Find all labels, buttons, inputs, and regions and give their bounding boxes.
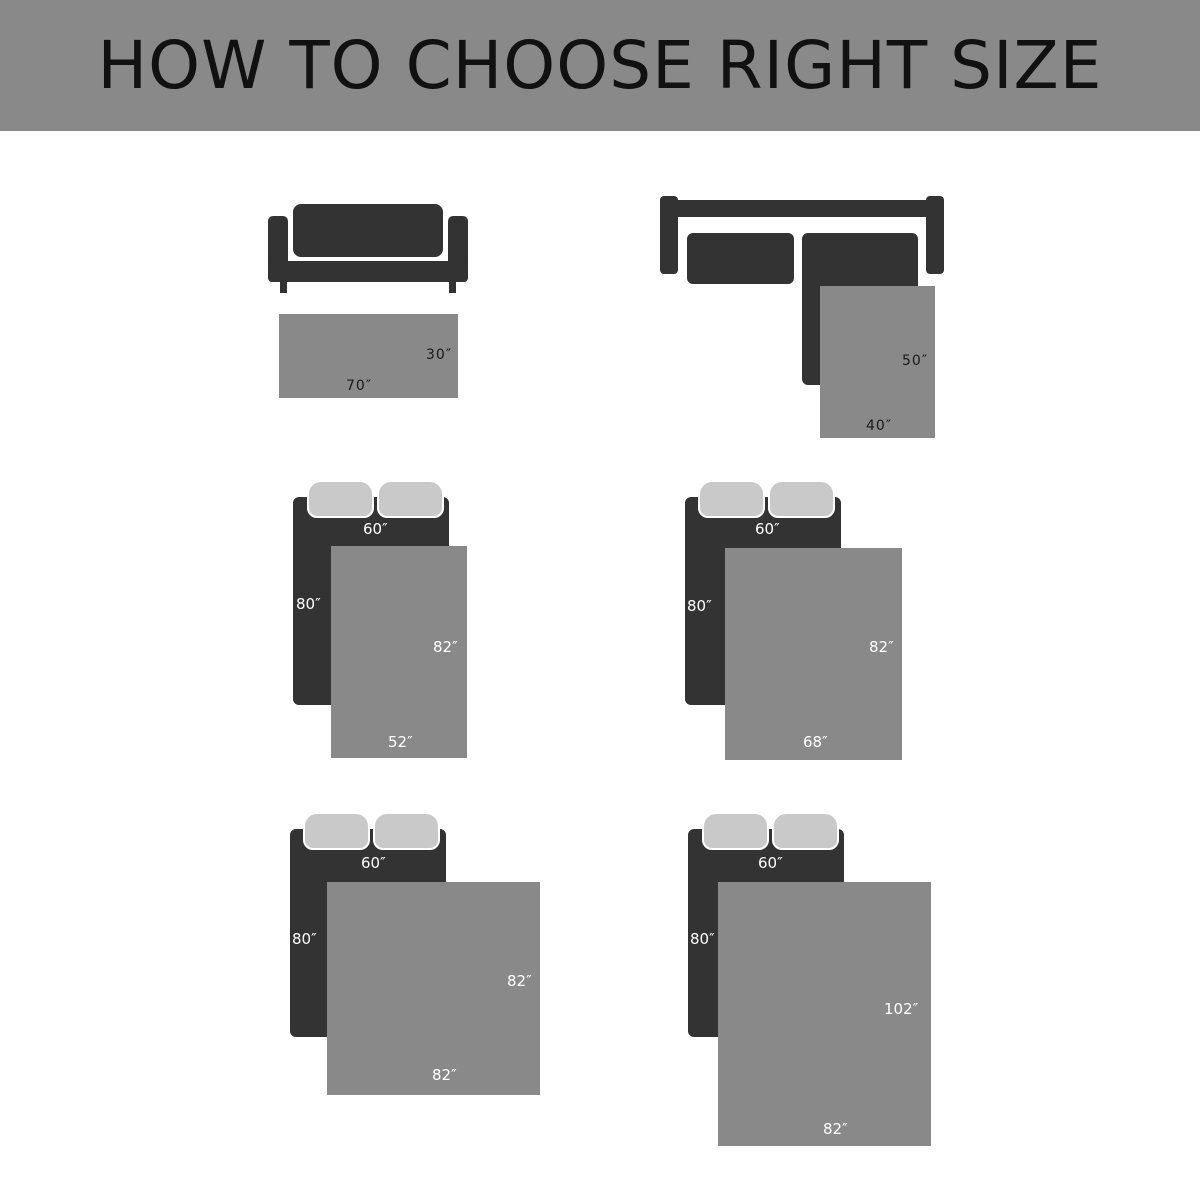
sectional-left-cushion bbox=[687, 233, 794, 284]
rug-height-label: 30″ bbox=[426, 347, 453, 363]
sectional-right-arm bbox=[926, 196, 944, 274]
sofa-seat-base bbox=[268, 261, 468, 282]
pillow bbox=[307, 480, 374, 518]
sofa-left-leg bbox=[280, 280, 287, 293]
pillow bbox=[303, 812, 370, 850]
rug-height-label: 82″ bbox=[869, 638, 894, 656]
pillow bbox=[772, 812, 839, 850]
sectional-left-arm bbox=[660, 196, 678, 274]
sofa-right-leg bbox=[449, 280, 456, 293]
header-banner: HOW TO CHOOSE RIGHT SIZE bbox=[0, 0, 1200, 131]
rug-width-label: 70″ bbox=[346, 378, 373, 394]
rug-height-label: 102″ bbox=[884, 1000, 919, 1018]
bed-width-label: 60″ bbox=[361, 854, 386, 872]
pillow bbox=[377, 480, 444, 518]
pillow bbox=[768, 480, 835, 518]
sofa-back-cushion bbox=[293, 204, 443, 257]
pillow bbox=[698, 480, 765, 518]
rug-width-label: 68″ bbox=[803, 733, 828, 751]
rug-width-label: 82″ bbox=[823, 1120, 848, 1138]
rug-width-label: 52″ bbox=[388, 733, 413, 751]
bed-length-label: 80″ bbox=[296, 595, 321, 613]
sectional-back bbox=[660, 200, 944, 217]
bed-length-label: 80″ bbox=[690, 930, 715, 948]
pillow bbox=[702, 812, 769, 850]
bed-length-label: 80″ bbox=[292, 930, 317, 948]
rug-height-label: 82″ bbox=[507, 972, 532, 990]
bed-length-label: 80″ bbox=[687, 597, 712, 615]
bed-width-label: 60″ bbox=[755, 520, 780, 538]
rug-height-label: 50″ bbox=[902, 353, 929, 369]
pillow bbox=[373, 812, 440, 850]
rug-width-label: 40″ bbox=[866, 418, 893, 434]
bed-width-label: 60″ bbox=[758, 854, 783, 872]
rug-width-label: 82″ bbox=[432, 1066, 457, 1084]
bed-width-label: 60″ bbox=[363, 520, 388, 538]
page-title: HOW TO CHOOSE RIGHT SIZE bbox=[97, 27, 1103, 104]
rug-height-label: 82″ bbox=[433, 638, 458, 656]
